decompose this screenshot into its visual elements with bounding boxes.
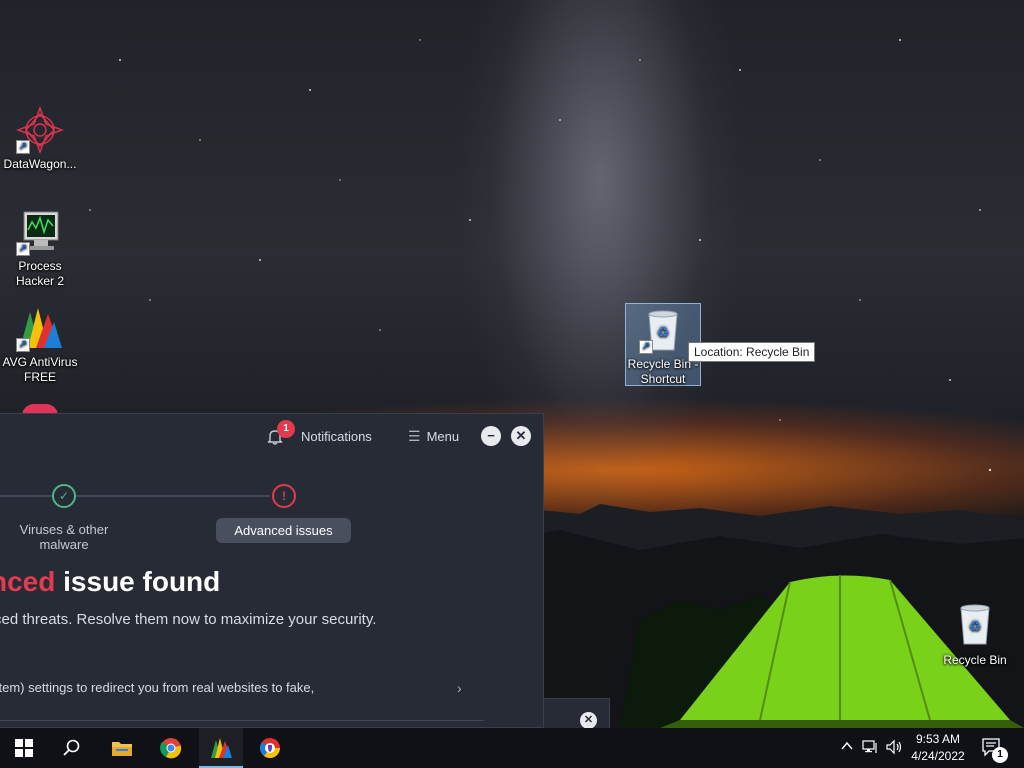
svg-text:♻: ♻ xyxy=(657,325,670,341)
windows-logo-icon xyxy=(15,739,33,757)
avg-icon xyxy=(211,738,232,758)
chrome-icon xyxy=(160,738,182,759)
bell-icon: 1 xyxy=(266,420,295,446)
notifications-label: Notifications xyxy=(301,428,372,444)
action-center-badge: 1 xyxy=(992,747,1008,763)
divider xyxy=(0,720,484,721)
avg-secure-browser-button[interactable] xyxy=(248,728,292,768)
chrome-button[interactable] xyxy=(149,728,193,768)
desktop-icon-recycle-bin[interactable]: ♻ Recycle Bin xyxy=(935,602,1015,668)
chevron-right-icon[interactable]: › xyxy=(457,680,462,696)
minimize-icon: − xyxy=(487,428,495,443)
notifications-button[interactable]: 1 Notifications xyxy=(266,420,372,446)
step-viruses-label: Viruses & other malware xyxy=(19,522,109,552)
desktop-icon-avg-antivirus[interactable]: ↗ AVG AntiVirus FREE xyxy=(0,304,80,385)
window-header: 1 Notifications ☰ Menu − ✕ xyxy=(0,414,543,458)
result-headline: nced issue found xyxy=(0,566,220,598)
desktop-icon-label: FREE xyxy=(23,370,56,384)
network-icon[interactable] xyxy=(862,739,880,758)
location-tooltip: Location: Recycle Bin xyxy=(688,342,816,362)
avg-secure-browser-icon xyxy=(260,738,280,758)
start-button[interactable] xyxy=(2,728,46,768)
menu-button[interactable]: ☰ Menu xyxy=(408,428,459,445)
system-clock[interactable]: 9:53 AM 4/24/2022 xyxy=(905,731,971,765)
file-explorer-icon xyxy=(112,742,132,756)
taskbar: 9:53 AM 4/24/2022 1 xyxy=(0,728,1024,768)
clock-time: 9:53 AM xyxy=(915,732,961,746)
recycle-bin-icon: ♻ xyxy=(951,602,999,650)
desktop-icon-datawagon[interactable]: ↗ DataWagon... xyxy=(0,105,80,172)
search-button[interactable] xyxy=(50,728,94,768)
headline-text: issue found xyxy=(55,566,221,597)
desktop-icon-process-hacker[interactable]: ↗ Process Hacker 2 xyxy=(0,208,80,289)
secondary-avg-window: ✕ xyxy=(543,698,610,729)
action-center-button[interactable]: 1 xyxy=(980,736,1008,763)
chevron-up-icon[interactable] xyxy=(840,739,854,756)
clock-date: 4/24/2022 xyxy=(911,749,965,763)
result-description: ced threats. Resolve them now to maximiz… xyxy=(0,611,377,628)
recycle-bin-icon: ♻ ↗ xyxy=(639,306,687,354)
avg-icon: ↗ xyxy=(16,304,64,352)
volume-icon[interactable] xyxy=(886,739,904,758)
hamburger-icon: ☰ xyxy=(408,428,421,444)
warning-icon: ! xyxy=(272,484,296,508)
desktop-icon-label: Hacker 2 xyxy=(15,274,65,288)
desktop-icon-label: Process xyxy=(18,259,62,273)
avg-taskbar-button[interactable] xyxy=(199,728,243,768)
file-explorer-button[interactable] xyxy=(100,728,144,768)
search-icon xyxy=(63,739,80,756)
menu-label: Menu xyxy=(426,429,460,444)
desktop-icon-label: AVG AntiVirus xyxy=(2,355,78,369)
headline-highlight: nced xyxy=(0,566,56,597)
desktop-icon-label: Shortcut xyxy=(640,372,686,386)
close-icon: ✕ xyxy=(515,428,527,443)
datawagon-icon: ↗ xyxy=(15,105,65,155)
close-icon[interactable]: ✕ xyxy=(580,712,597,729)
progress-track xyxy=(0,495,270,497)
avg-antivirus-window: 1 Notifications ☰ Menu − ✕ ✓ ! Viruses &… xyxy=(0,413,544,728)
check-icon: ✓ xyxy=(52,484,76,508)
close-button[interactable]: ✕ xyxy=(511,426,531,446)
desktop-icon-label: Recycle Bin xyxy=(943,653,1007,667)
minimize-button[interactable]: − xyxy=(481,426,501,446)
issue-row-text[interactable]: stem) settings to redirect you from real… xyxy=(0,680,314,695)
notification-badge: 1 xyxy=(277,420,295,438)
desktop-icon-label: DataWagon... xyxy=(3,157,77,171)
process-hacker-icon: ↗ xyxy=(16,208,64,256)
step-advanced-issues[interactable]: Advanced issues xyxy=(216,518,351,543)
svg-text:♻: ♻ xyxy=(969,619,982,635)
